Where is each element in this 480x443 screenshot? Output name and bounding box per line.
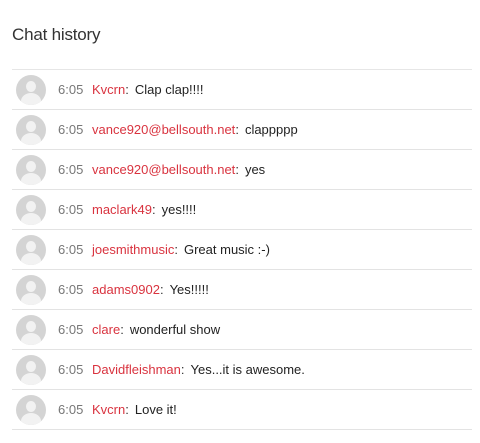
- chat-message-list: 6:05 Kvcrn: Clap clap!!!! 6:05 vance920@…: [12, 69, 472, 430]
- message-username[interactable]: Kvcrn: [92, 402, 125, 417]
- chat-message: 6:05 maclark49: yes!!!!: [12, 190, 472, 230]
- default-user-avatar-icon: [16, 394, 46, 425]
- username-separator: :: [235, 122, 239, 137]
- username-separator: :: [125, 82, 129, 97]
- chat-message: 6:05 adams0902: Yes!!!!!: [12, 270, 472, 310]
- chat-message: 6:05 Davidfleishman: Yes...it is awesome…: [12, 350, 472, 390]
- username-separator: :: [235, 162, 239, 177]
- message-text: Clap clap!!!!: [134, 82, 204, 97]
- chat-message: 6:05 vance920@bellsouth.net: clappppp: [12, 110, 472, 150]
- message-username[interactable]: joesmithmusic: [92, 242, 174, 257]
- message-text: yes: [244, 162, 266, 177]
- message-text: Yes!!!!!: [169, 282, 209, 297]
- message-time: 6:05: [58, 162, 84, 177]
- message-username[interactable]: maclark49: [92, 202, 152, 217]
- message-username[interactable]: Kvcrn: [92, 82, 125, 97]
- message-text: clappppp: [244, 122, 298, 137]
- message-time: 6:05: [58, 362, 84, 377]
- message-time: 6:05: [58, 82, 84, 97]
- username-separator: :: [174, 242, 178, 257]
- message-username[interactable]: vance920@bellsouth.net: [92, 122, 235, 137]
- message-time: 6:05: [58, 402, 84, 417]
- chat-message: 6:05 Kvcrn: Clap clap!!!!: [12, 70, 472, 110]
- chat-message: 6:05 clare: wonderful show: [12, 310, 472, 350]
- chat-message: 6:05 vance920@bellsouth.net: yes: [12, 150, 472, 190]
- message-time: 6:05: [58, 322, 84, 337]
- chat-history-title: Chat history: [12, 25, 101, 44]
- message-text: Great music :-): [183, 242, 270, 257]
- username-separator: :: [125, 402, 129, 417]
- default-user-avatar-icon: [16, 354, 46, 385]
- message-time: 6:05: [58, 242, 84, 257]
- chat-history-panel: Chat history 6:05 Kvcrn: Clap clap!!!! 6…: [12, 0, 472, 430]
- username-separator: :: [180, 362, 185, 377]
- message-text: Love it!: [134, 402, 177, 417]
- message-username[interactable]: vance920@bellsouth.net: [92, 162, 235, 177]
- message-time: 6:05: [58, 282, 84, 297]
- default-user-avatar-icon: [16, 74, 46, 105]
- message-text: wonderful show: [129, 322, 221, 337]
- default-user-avatar-icon: [16, 274, 46, 305]
- message-time: 6:05: [58, 202, 84, 217]
- username-separator: :: [159, 282, 164, 297]
- username-separator: :: [151, 202, 156, 217]
- default-user-avatar-icon: [16, 314, 46, 345]
- username-separator: :: [120, 322, 124, 337]
- message-text: Yes...it is awesome.: [190, 362, 305, 377]
- chat-message: 6:05 joesmithmusic: Great music :-): [12, 230, 472, 270]
- chat-message: 6:05 Kvcrn: Love it!: [12, 390, 472, 430]
- message-username[interactable]: clare: [92, 322, 120, 337]
- default-user-avatar-icon: [16, 194, 46, 225]
- message-text: yes!!!!: [161, 202, 197, 217]
- default-user-avatar-icon: [16, 114, 46, 145]
- message-time: 6:05: [58, 122, 84, 137]
- message-username[interactable]: adams0902: [92, 282, 160, 297]
- default-user-avatar-icon: [16, 154, 46, 185]
- default-user-avatar-icon: [16, 234, 46, 265]
- message-username[interactable]: Davidfleishman: [92, 362, 181, 377]
